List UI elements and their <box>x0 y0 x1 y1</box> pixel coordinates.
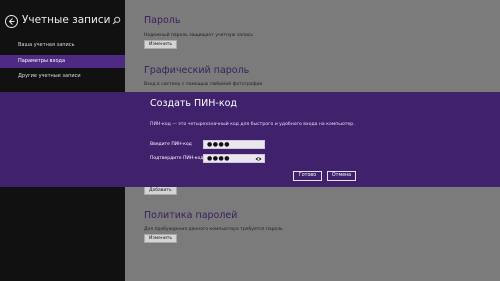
change-password-button[interactable]: Изменить <box>144 40 178 49</box>
confirm-pin-value: ●●●● <box>207 155 230 162</box>
enter-pin-input[interactable]: ●●●● <box>203 140 265 149</box>
password-section-title: Пароль <box>144 15 181 26</box>
cancel-button[interactable]: Отмена <box>327 171 356 181</box>
picture-password-description: Вход в систему с помощью любимой фотогра… <box>144 82 263 87</box>
sidebar-item-sign-in-options[interactable]: Параметры входа <box>0 55 125 68</box>
password-policy-section-title: Политика паролей <box>144 210 238 221</box>
sidebar-item-label: Другие учетные записи <box>18 73 81 79</box>
sidebar-item-label: Ваша учетная запись <box>18 42 75 48</box>
confirm-pin-input[interactable]: ●●●● <box>203 154 265 163</box>
sidebar-item-other-accounts[interactable]: Другие учетные записи <box>0 70 125 83</box>
password-section-description: Надежный пароль защищает учетную запись <box>144 33 254 38</box>
enter-pin-value: ●●●● <box>207 141 230 148</box>
change-password-policy-button[interactable]: Изменить <box>144 234 178 243</box>
password-policy-description: Для пробуждения данного компьютера требу… <box>144 227 283 232</box>
back-button[interactable] <box>5 15 18 28</box>
enter-pin-label: Введите ПИН-код <box>150 142 192 147</box>
confirm-pin-label: Подтвердите ПИН-код <box>150 156 204 161</box>
dialog-title: Создать ПИН-код <box>150 98 237 109</box>
picture-password-section-title: Графический пароль <box>144 65 250 76</box>
sidebar-item-label: Параметры входа <box>18 58 66 64</box>
sidebar-item-your-account[interactable]: Ваша учетная запись <box>0 39 125 52</box>
dialog-description: ПИН-код — это четырехзначный код для быс… <box>150 122 355 127</box>
ok-button[interactable]: Готово <box>293 171 322 181</box>
search-icon[interactable] <box>112 16 121 25</box>
reveal-password-icon[interactable] <box>255 156 262 162</box>
back-arrow-icon <box>8 18 15 25</box>
add-pin-button[interactable]: Добавить <box>144 186 177 195</box>
create-pin-dialog: Создать ПИН-код ПИН-код — это четырехзна… <box>0 92 500 187</box>
page-title: Учетные записи <box>22 14 111 26</box>
